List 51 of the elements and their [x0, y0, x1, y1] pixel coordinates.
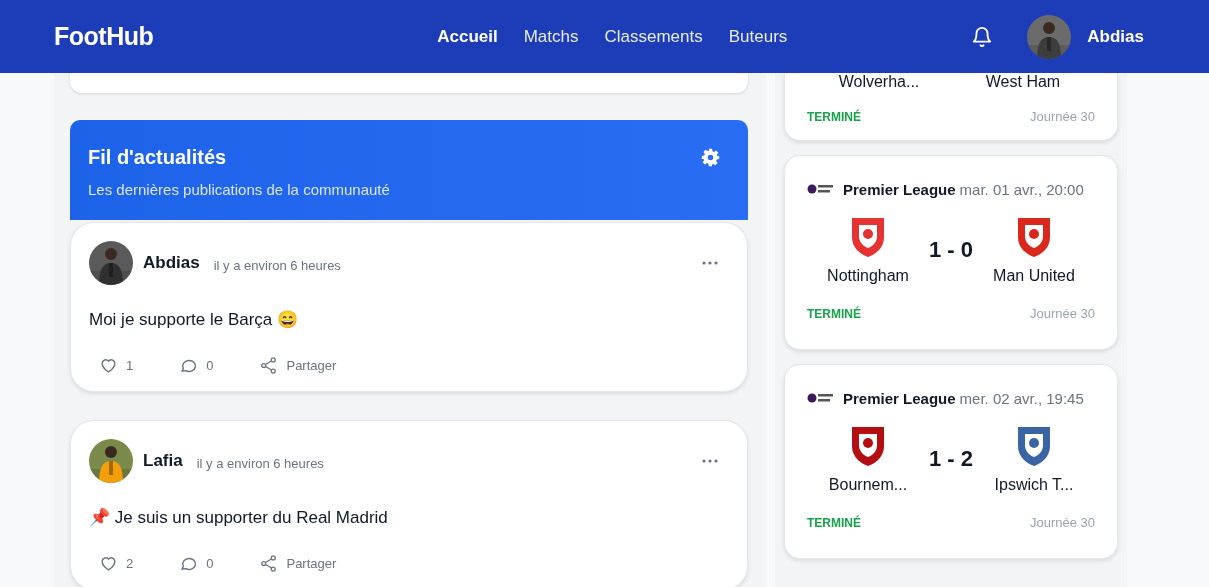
comment-button[interactable]: 0	[169, 550, 224, 577]
post-time: il y a environ 6 heures	[196, 455, 324, 471]
league-name: Premier League	[843, 389, 956, 407]
team-name: West Ham	[985, 73, 1061, 91]
like-button[interactable]: 2	[89, 550, 144, 577]
team-name: Wolverha...	[838, 73, 920, 91]
feed-subtitle: Les dernières publications de la communauté	[88, 181, 391, 198]
nav-link[interactable]: Matchs	[523, 26, 579, 47]
post-text: Moi je supporte le Barça 😄	[89, 309, 300, 330]
author-name[interactable]: Lafia	[143, 451, 183, 471]
nav-link[interactable]: Buteurs	[728, 26, 788, 47]
match-status: TERMINÉ	[807, 109, 861, 124]
match-round: Journée 30	[1029, 109, 1095, 124]
app-logo[interactable]: FootHub	[54, 22, 154, 51]
nav-link[interactable]: Accueil	[437, 26, 498, 47]
league-logo-icon	[807, 391, 835, 405]
comment-button[interactable]: 0	[169, 352, 224, 379]
match-round: Journée 30	[1029, 515, 1095, 530]
match-card[interactable]: Premier League mer. 02 avr., 19:45 Bournem... 1 - 2 Ipswich T... TERMINÉ Journée 30	[784, 364, 1118, 559]
share-button[interactable]: Partager	[249, 352, 347, 379]
match-status: TERMINÉ	[807, 515, 861, 530]
heart-icon	[99, 554, 118, 573]
like-button[interactable]: 1	[89, 352, 144, 379]
team-name: Nottingham	[827, 267, 909, 285]
nav-link[interactable]: Classements	[604, 26, 703, 47]
match-round: Journée 30	[1029, 306, 1095, 321]
post-time: il y a environ 6 heures	[213, 257, 341, 273]
match-card[interactable]: Wolverha... West Ham TERMINÉ Journée 30	[784, 73, 1118, 141]
match-card[interactable]: Premier League mar. 01 avr., 20:00 Nottingham 1 - 0 Man United TERMINÉ Journée 30	[784, 155, 1118, 350]
post-text: 📌 Je suis un supporter du Real Madrid	[89, 507, 389, 528]
match-date: mer. 02 avr., 19:45	[959, 389, 1084, 407]
team-name: Bournem...	[828, 476, 908, 494]
share-icon	[259, 554, 279, 573]
team-name: Man United	[993, 267, 1075, 285]
feed-title: Fil d'actualités	[88, 146, 227, 169]
league-name: Premier League	[843, 180, 956, 198]
more-icon[interactable]	[701, 458, 719, 464]
bell-icon[interactable]	[971, 25, 994, 48]
settings-icon[interactable]	[701, 148, 720, 167]
author-name[interactable]: Abdias	[143, 253, 200, 273]
share-icon	[259, 356, 279, 375]
match-score: 1 - 2	[929, 446, 973, 472]
heart-icon	[99, 356, 118, 375]
more-icon[interactable]	[701, 260, 719, 266]
match-date: mar. 01 avr., 20:00	[959, 180, 1084, 198]
user-name[interactable]: Abdias	[1087, 26, 1144, 47]
share-button[interactable]: Partager	[249, 550, 347, 577]
match-score: 1 - 0	[929, 237, 973, 263]
team-name: Ipswich T...	[994, 476, 1074, 494]
league-logo-icon	[807, 182, 835, 196]
match-status: TERMINÉ	[807, 306, 861, 321]
